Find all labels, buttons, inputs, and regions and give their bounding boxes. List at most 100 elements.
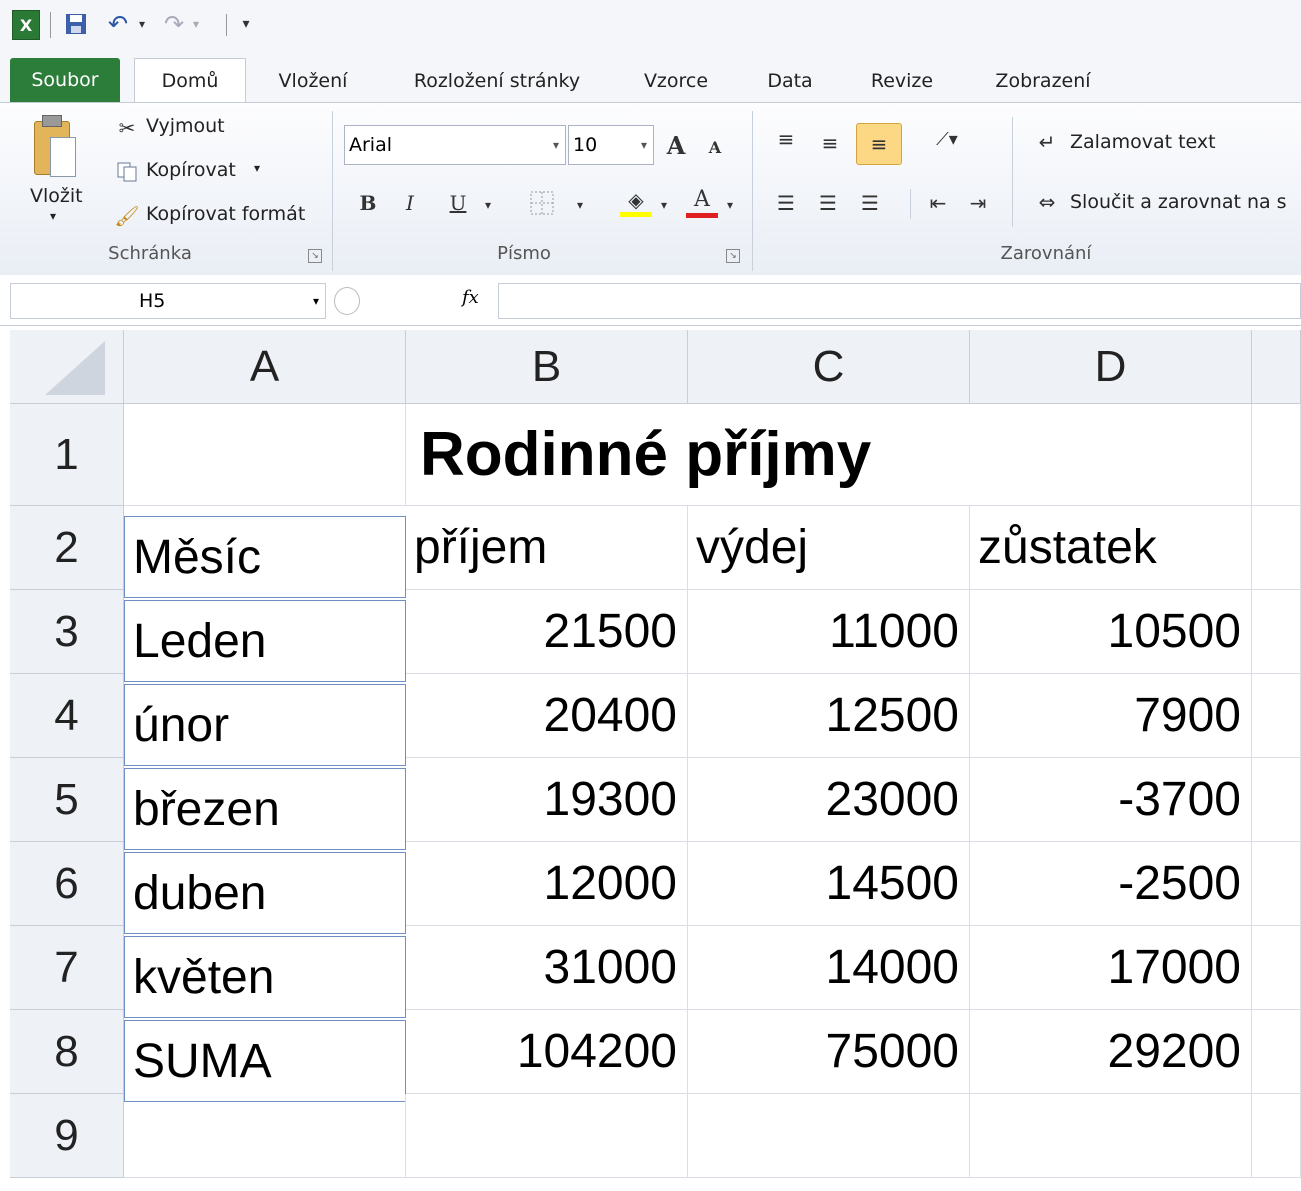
row-header-1[interactable]: 1 — [10, 404, 124, 506]
cell-e8[interactable] — [1252, 1010, 1301, 1094]
cell-c2[interactable]: výdej — [688, 506, 970, 590]
cell-e6[interactable] — [1252, 842, 1301, 926]
cell-a7[interactable]: květen — [124, 936, 406, 1018]
cell-e4[interactable] — [1252, 674, 1301, 758]
tab-home[interactable]: Domů — [134, 58, 246, 103]
cell-a4[interactable]: únor — [124, 684, 406, 766]
cell-d2[interactable]: zůstatek — [970, 506, 1252, 590]
cell-e7[interactable] — [1252, 926, 1301, 1010]
cell-d8[interactable]: 29200 — [970, 1010, 1252, 1094]
undo-dropdown-icon[interactable]: ▾ — [134, 10, 150, 38]
cut-button[interactable]: Vyjmout — [146, 115, 225, 137]
cell-c7[interactable]: 14000 — [688, 926, 970, 1010]
decrease-indent-icon[interactable]: ⇤ — [922, 187, 954, 219]
tab-file[interactable]: Soubor — [10, 58, 120, 102]
formula-input[interactable] — [498, 283, 1301, 319]
cell-c5[interactable]: 23000 — [688, 758, 970, 842]
align-middle-icon[interactable]: ≡ — [814, 127, 846, 159]
fx-icon[interactable]: fx — [462, 287, 479, 308]
row-header-2[interactable]: 2 — [10, 506, 124, 590]
cell-e2[interactable] — [1252, 506, 1301, 590]
row-header-3[interactable]: 3 — [10, 590, 124, 674]
fill-color-dropdown-icon[interactable]: ▾ — [656, 195, 672, 215]
cell-a9[interactable] — [124, 1094, 406, 1178]
shrink-font-icon[interactable]: A — [700, 133, 730, 161]
cell-b9[interactable] — [406, 1094, 688, 1178]
underline-dropdown-icon[interactable]: ▾ — [480, 195, 496, 215]
undo-icon[interactable]: ↶ — [104, 10, 132, 38]
borders-icon[interactable] — [522, 187, 562, 219]
row-header-4[interactable]: 4 — [10, 674, 124, 758]
grow-font-icon[interactable]: A — [660, 129, 692, 161]
borders-dropdown-icon[interactable]: ▾ — [572, 195, 588, 215]
row-header-7[interactable]: 7 — [10, 926, 124, 1010]
copy-button[interactable]: Kopírovat — [146, 159, 236, 181]
row-header-8[interactable]: 8 — [10, 1010, 124, 1094]
increase-indent-icon[interactable]: ⇥ — [962, 187, 994, 219]
underline-button[interactable]: U — [444, 187, 472, 219]
cell-b5[interactable]: 19300 — [406, 758, 688, 842]
cell-e5[interactable] — [1252, 758, 1301, 842]
tab-formulas[interactable]: Vzorce — [626, 60, 726, 102]
cell-c4[interactable]: 12500 — [688, 674, 970, 758]
cell-a8[interactable]: SUMA — [124, 1020, 406, 1102]
align-left-icon[interactable]: ☰ — [770, 187, 802, 219]
sheet-title[interactable]: Rodinné příjmy — [406, 404, 1252, 506]
tab-data[interactable]: Data — [750, 60, 830, 102]
font-color-dropdown-icon[interactable]: ▾ — [722, 195, 738, 215]
cell-a2[interactable]: Měsíc — [124, 516, 406, 598]
column-header-b[interactable]: B — [406, 330, 688, 404]
redo-icon[interactable]: ↷ — [160, 10, 188, 38]
cell-d9[interactable] — [970, 1094, 1252, 1178]
font-launcher-icon[interactable]: ↘ — [726, 249, 740, 263]
cell-b6[interactable]: 12000 — [406, 842, 688, 926]
column-header-d[interactable]: D — [970, 330, 1252, 404]
cell-d7[interactable]: 17000 — [970, 926, 1252, 1010]
redo-dropdown-icon[interactable]: ▾ — [188, 10, 204, 38]
cell-e3[interactable] — [1252, 590, 1301, 674]
name-box[interactable]: H5 ▾ — [10, 283, 326, 319]
fill-color-icon[interactable]: ◈ — [616, 183, 656, 221]
align-center-icon[interactable]: ☰ — [812, 187, 844, 219]
italic-button[interactable]: I — [396, 187, 424, 219]
format-painter-button[interactable]: Kopírovat formát — [146, 203, 305, 225]
cell-a1[interactable] — [124, 404, 406, 506]
merge-center-button[interactable]: Sloučit a zarovnat na s — [1070, 191, 1287, 213]
row-header-9[interactable]: 9 — [10, 1094, 124, 1178]
font-color-icon[interactable]: A — [682, 183, 722, 221]
bold-button[interactable]: B — [354, 187, 382, 219]
row-header-5[interactable]: 5 — [10, 758, 124, 842]
cell-a5[interactable]: březen — [124, 768, 406, 850]
cell-d4[interactable]: 7900 — [970, 674, 1252, 758]
font-size-select[interactable]: 10 ▾ — [568, 125, 654, 165]
customize-qat-icon[interactable]: ▾ — [236, 10, 256, 38]
formula-bar-resize-handle[interactable] — [334, 287, 360, 315]
tab-review[interactable]: Revize — [852, 60, 952, 102]
cell-a3[interactable]: Leden — [124, 600, 406, 682]
wrap-text-button[interactable]: Zalamovat text — [1070, 131, 1216, 153]
tab-view[interactable]: Zobrazení — [976, 60, 1110, 102]
align-top-icon[interactable]: ≡ — [770, 123, 802, 155]
clipboard-launcher-icon[interactable]: ↘ — [308, 249, 322, 263]
cell-e9[interactable] — [1252, 1094, 1301, 1178]
row-header-6[interactable]: 6 — [10, 842, 124, 926]
cell-b7[interactable]: 31000 — [406, 926, 688, 1010]
cell-a6[interactable]: duben — [124, 852, 406, 934]
cell-d3[interactable]: 10500 — [970, 590, 1252, 674]
select-all-corner[interactable] — [10, 330, 124, 404]
align-bottom-icon[interactable]: ≡ — [856, 123, 902, 165]
cell-c8[interactable]: 75000 — [688, 1010, 970, 1094]
cell-b4[interactable]: 20400 — [406, 674, 688, 758]
column-header-c[interactable]: C — [688, 330, 970, 404]
cell-b8[interactable]: 104200 — [406, 1010, 688, 1094]
cell-b2[interactable]: příjem — [406, 506, 688, 590]
cell-e1[interactable] — [1252, 404, 1301, 506]
cell-d6[interactable]: -2500 — [970, 842, 1252, 926]
paste-button[interactable]: Vložit ▾ — [14, 111, 94, 229]
cell-c3[interactable]: 11000 — [688, 590, 970, 674]
font-name-select[interactable]: Arial ▾ — [344, 125, 566, 165]
orientation-icon[interactable]: ⟋▾ — [922, 123, 972, 155]
cell-d5[interactable]: -3700 — [970, 758, 1252, 842]
save-icon[interactable] — [62, 10, 90, 38]
align-right-icon[interactable]: ☰ — [854, 187, 886, 219]
